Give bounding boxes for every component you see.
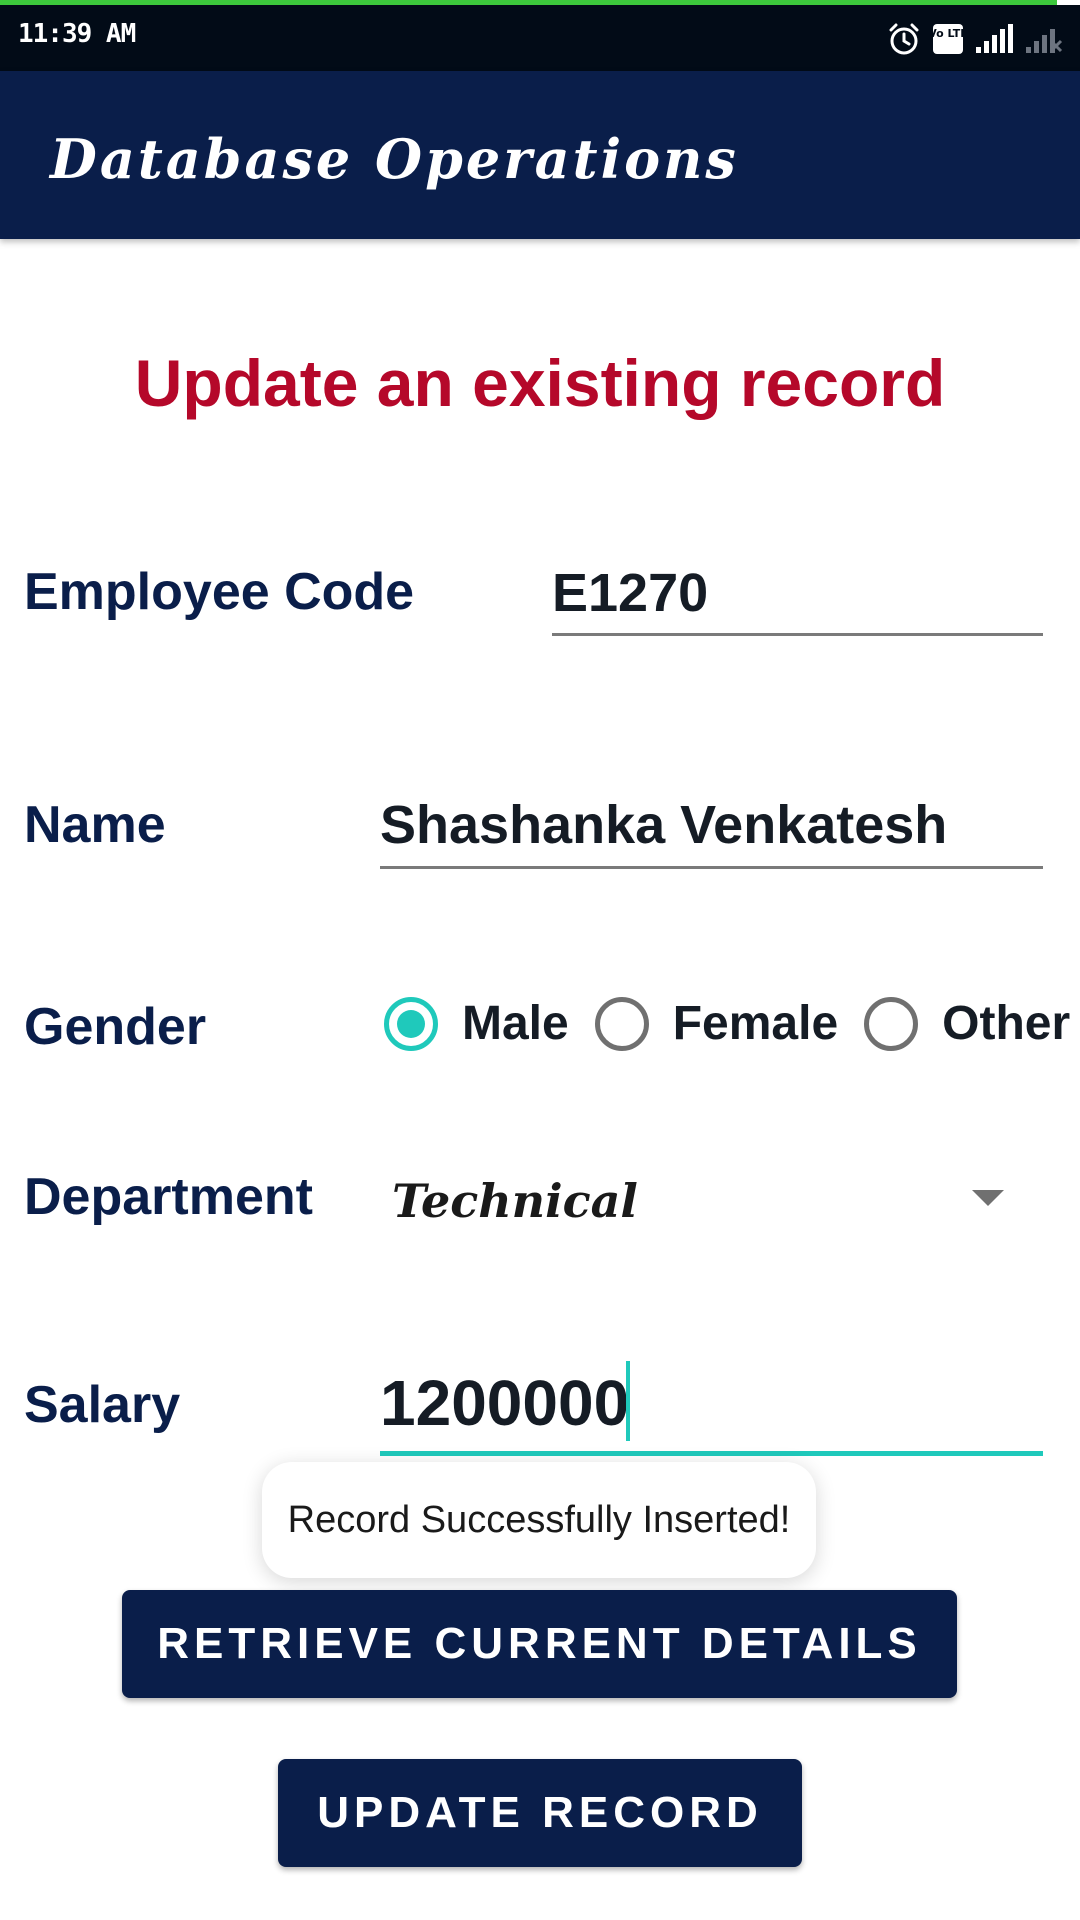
status-bar: 11:39 AM Vo LTE [0, 5, 1080, 71]
gender-radio-other[interactable]: Other [864, 996, 1070, 1051]
update-record-button[interactable]: UPDATE RECORD [278, 1759, 802, 1867]
salary-input[interactable] [380, 1360, 1043, 1456]
department-label: Department [24, 1168, 313, 1226]
toast-message: Record Successfully Inserted! [262, 1462, 816, 1578]
radio-button-checked[interactable] [384, 996, 438, 1051]
radio-button-unchecked[interactable] [594, 996, 649, 1051]
svg-text:Vo LTE: Vo LTE [932, 27, 964, 40]
app-bar: Database Operations [0, 71, 1080, 239]
alarm-icon [889, 23, 919, 55]
radio-button-unchecked[interactable] [864, 996, 919, 1051]
gender-radio-group: Male Female Other [384, 996, 1080, 1051]
no-signal-icon [1026, 29, 1063, 53]
page-heading: Update an existing record [134, 346, 946, 420]
volte-icon: Vo LTE [932, 24, 964, 54]
gender-label: Gender [24, 998, 207, 1056]
gender-option-label: Female [672, 997, 839, 1050]
department-selected-value: Technical [392, 1174, 638, 1228]
text-cursor [626, 1361, 630, 1441]
dropdown-arrow-icon[interactable] [972, 1190, 1004, 1206]
status-icons: Vo LTE [886, 17, 1064, 61]
salary-label: Salary [24, 1376, 181, 1434]
name-label: Name [24, 796, 166, 854]
retrieve-details-button[interactable]: RETRIEVE CURRENT DETAILS [122, 1590, 957, 1698]
gender-option-label: Other [942, 997, 1071, 1050]
app-title: Database Operations [50, 127, 739, 191]
employee-code-input[interactable] [552, 558, 1043, 636]
department-dropdown[interactable]: Technical [384, 1160, 1024, 1240]
signal-icon [976, 24, 1013, 53]
radio-dot [397, 1009, 425, 1038]
name-input[interactable] [380, 790, 1043, 869]
gender-radio-female[interactable]: Female [594, 996, 839, 1051]
status-time: 11:39 AM [18, 19, 136, 49]
employee-code-label: Employee Code [24, 563, 415, 621]
gender-option-label: Male [462, 997, 569, 1050]
gender-radio-male[interactable]: Male [384, 996, 569, 1051]
